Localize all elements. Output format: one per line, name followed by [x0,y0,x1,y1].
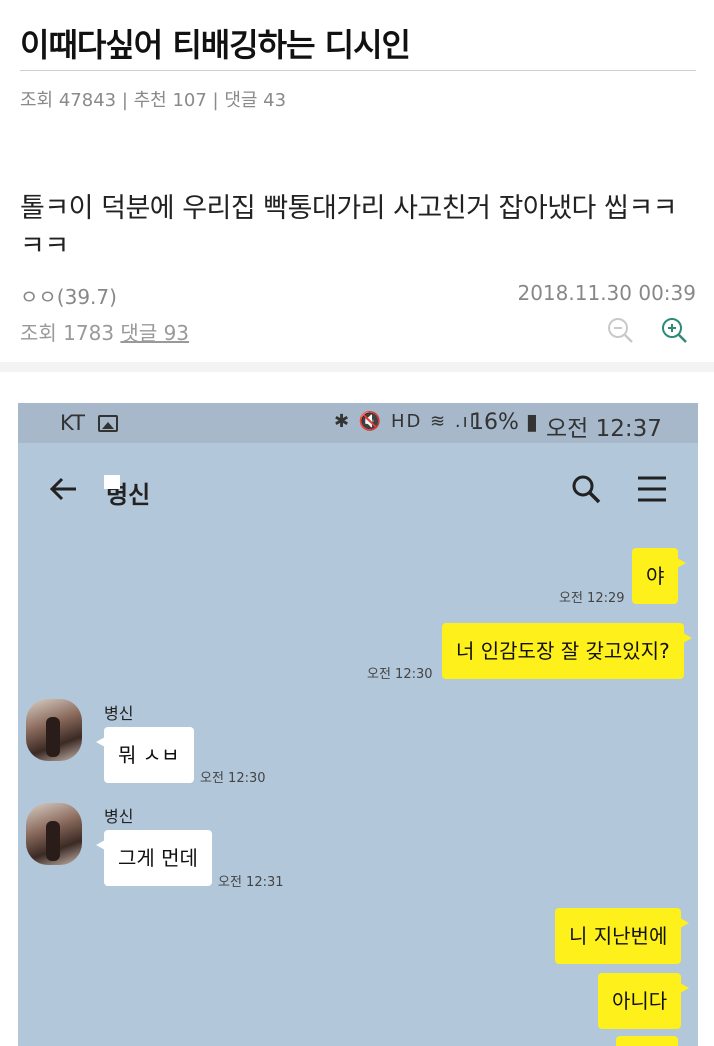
sender-name: 병신 [104,704,134,723]
status-bar: KT ✱ 🔇 HD ≋ .ıl 16% ▮ 오전 12:37 [18,403,698,443]
censor-mark [104,475,120,489]
search-icon[interactable] [570,473,602,505]
status-icons: ✱ 🔇 HD ≋ .ıl [334,411,477,432]
inner-post-author[interactable]: ㅇㅇ(39.7) [20,281,117,310]
avatar[interactable] [26,803,82,865]
battery-indicator: 16% ▮ [470,410,538,435]
avatar[interactable] [26,699,82,761]
post-title: 이때다싶어 티배깅하는 디시인 [20,26,411,64]
message-time: 오전 12:31 [218,875,284,890]
other-message-bubble: 뭐 ㅅㅂ [96,727,194,783]
back-arrow-icon[interactable] [48,473,80,505]
my-message-bubble: 야 [632,548,687,604]
sender-name: 병신 [104,807,134,826]
my-message-bubble: 아니다 [598,973,690,1029]
status-time: 오전 12:37 [546,416,662,442]
zoom-in-icon[interactable] [660,316,688,344]
message-time: 오전 12:29 [559,591,625,606]
my-message-bubble-partial [616,1036,678,1046]
chat-app-bar: 병신 [18,443,698,535]
other-message-bubble: 그게 먼데 [96,830,212,886]
chat-screenshot: KT ✱ 🔇 HD ≋ .ıl 16% ▮ 오전 12:37 병신 야 오전 1… [18,403,698,1046]
section-separator [0,362,714,372]
inner-post-title: 톨ㅋ이 덕분에 우리집 빡통대가리 사고친거 잡아냈다 씹ㅋㅋㅋㅋ [20,193,678,262]
post-meta: 조회 47843 | 추천 107 | 댓글 43 [20,90,287,111]
inner-post-stats: 조회 1783 댓글 93 [20,317,189,346]
inner-post-views: 조회 1783 [20,321,115,345]
gallery-icon [98,415,118,432]
menu-icon[interactable] [636,475,668,503]
inner-post-comments-link[interactable]: 댓글 93 [120,321,189,345]
message-time: 오전 12:30 [200,771,266,786]
my-message-bubble: 너 인감도장 잘 갖고있지? [442,623,692,679]
message-time: 오전 12:30 [367,667,433,682]
title-divider [20,70,696,71]
inner-post-date: 2018.11.30 00:39 [517,281,696,305]
zoom-out-icon[interactable] [606,316,634,344]
my-message-bubble: 니 지난번에 [555,908,690,964]
carrier-label: KT [60,411,85,435]
